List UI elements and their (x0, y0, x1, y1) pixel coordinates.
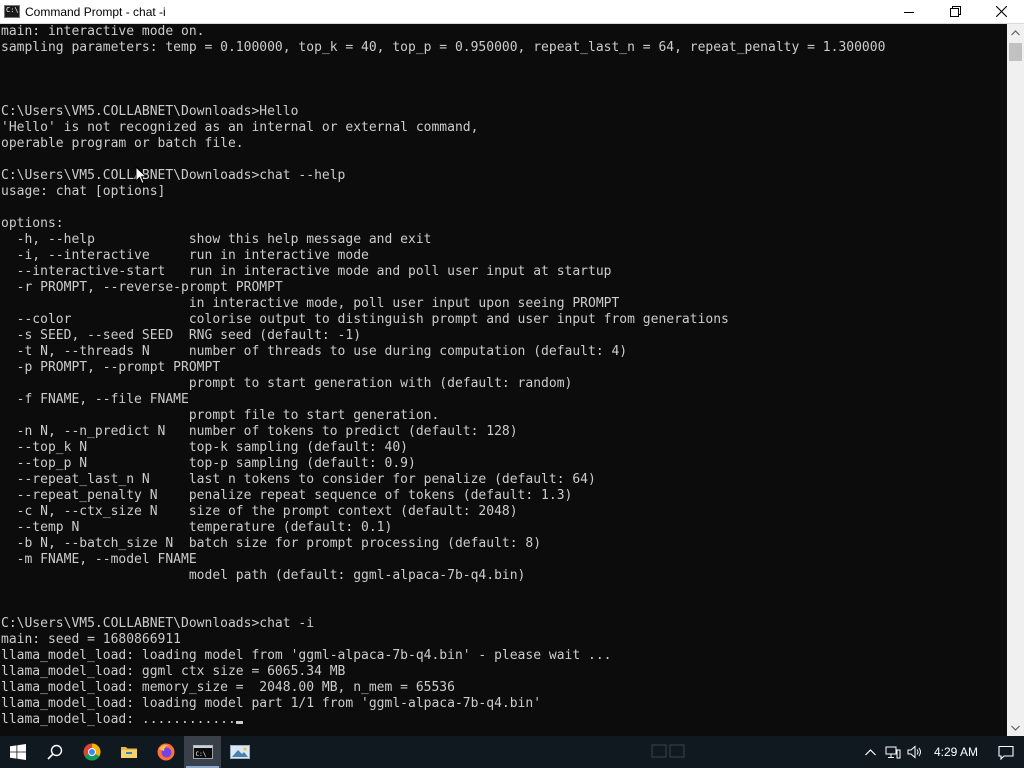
console-line: 'Hello' is not recognized as an internal… (1, 120, 479, 135)
restore-icon (949, 6, 961, 17)
console-line: C:\Users\VM5.COLLABNET\Downloads>chat -i (1, 616, 315, 631)
firefox-icon (157, 743, 174, 761)
cmd-icon: C:\ (192, 745, 213, 759)
close-icon (995, 6, 1007, 17)
chrome-icon (83, 743, 101, 761)
network-button[interactable] (882, 736, 904, 768)
folder-icon (120, 747, 137, 758)
title-bar[interactable]: C:\ Command Prompt - chat -i (0, 0, 1024, 24)
close-button[interactable] (978, 0, 1024, 23)
console-line: llama_model_load: loading model from 'gg… (1, 648, 612, 663)
scroll-down-arrow[interactable] (1007, 719, 1024, 736)
minimize-button[interactable] (886, 0, 932, 23)
console-line: prompt to start generation with (default… (1, 376, 573, 391)
svg-text:C:\: C:\ (195, 751, 206, 758)
console-line: prompt file to start generation. (1, 408, 440, 423)
system-tray: 4:29 AM (860, 736, 1024, 768)
photos-taskbar-button[interactable] (221, 736, 258, 768)
chrome-taskbar-button[interactable] (73, 736, 110, 768)
vertical-scrollbar[interactable] (1007, 24, 1024, 736)
action-center-button[interactable] (988, 736, 1024, 768)
console-line: -t N, --threads N number of threads to u… (1, 344, 628, 359)
windows-logo-icon (10, 744, 26, 760)
console-line: C:\Users\VM5.COLLABNET\Downloads>chat --… (1, 168, 346, 183)
console-line: llama_model_load: ggml ctx size = 6065.3… (1, 664, 346, 679)
notification-icon (998, 745, 1014, 760)
network-icon (885, 746, 901, 759)
restore-button[interactable] (932, 0, 978, 23)
console-output[interactable]: main: interactive mode on. sampling param… (0, 24, 1007, 736)
console-line: usage: chat [options] (1, 184, 166, 199)
console-line: --top_k N top-k sampling (default: 40) (1, 440, 408, 455)
console-line: in interactive mode, poll user input upo… (1, 296, 620, 311)
console-line: -f FNAME, --file FNAME (1, 392, 189, 407)
scrollbar-thumb[interactable] (1009, 43, 1022, 61)
text-cursor (235, 721, 243, 724)
console-line: -i, --interactive run in interactive mod… (1, 248, 369, 263)
show-hidden-icons-button[interactable] (860, 736, 882, 768)
console-line: --repeat_penalty N penalize repeat seque… (1, 488, 573, 503)
minimize-icon (904, 11, 914, 13)
console-line: --temp N temperature (default: 0.1) (1, 520, 393, 535)
console-line: model path (default: ggml-alpaca-7b-q4.b… (1, 568, 526, 583)
console-line: --interactive-start run in interactive m… (1, 264, 612, 279)
console-line: -r PROMPT, --reverse-prompt PROMPT (1, 280, 283, 295)
speaker-icon (907, 745, 921, 759)
console-line: -m FNAME, --model FNAME (1, 552, 197, 567)
window-title: Command Prompt - chat -i (25, 4, 166, 19)
console-line: C:\Users\VM5.COLLABNET\Downloads>Hello (1, 104, 299, 119)
command-prompt-icon: C:\ (4, 5, 20, 18)
console-line: -n N, --n_predict N number of tokens to … (1, 424, 518, 439)
start-button[interactable] (0, 736, 36, 768)
console-line: --color colorise output to distinguish p… (1, 312, 729, 327)
scroll-up-arrow[interactable] (1007, 24, 1024, 41)
console-line: -c N, --ctx_size N size of the prompt co… (1, 504, 518, 519)
console-line: -b N, --batch_size N batch size for prom… (1, 536, 542, 551)
console-line: llama_model_load: memory_size = 2048.00 … (1, 680, 455, 695)
console-line: options: (1, 216, 64, 231)
command-prompt-taskbar-button[interactable]: C:\ (184, 736, 221, 768)
taskbar-clock[interactable]: 4:29 AM (926, 745, 988, 759)
chevron-down-icon (1011, 725, 1020, 731)
console-line: sampling parameters: temp = 0.100000, to… (1, 40, 886, 55)
taskbar: C:\ 4:29 AM (0, 736, 1024, 768)
search-button[interactable] (36, 736, 73, 768)
console-line: --repeat_last_n N last n tokens to consi… (1, 472, 596, 487)
console-line: -h, --help show this help message and ex… (1, 232, 432, 247)
chevron-up-icon (865, 748, 877, 755)
taskbar-ghost-icons (650, 744, 686, 758)
console-line: -s SEED, --seed SEED RNG seed (default: … (1, 328, 362, 343)
console-line: --top_p N top-p sampling (default: 0.9) (1, 456, 416, 471)
console-line: operable program or batch file. (1, 136, 244, 151)
console-line: main: seed = 1680866911 (1, 632, 182, 647)
volume-button[interactable] (904, 736, 926, 768)
console-line: -p PROMPT, --prompt PROMPT (1, 360, 221, 375)
console-line: llama_model_load: loading model part 1/1… (1, 696, 542, 711)
firefox-taskbar-button[interactable] (147, 736, 184, 768)
mouse-pointer-icon (135, 166, 147, 185)
console-line: llama_model_load: ............ (1, 712, 1007, 728)
image-viewer-icon (229, 745, 250, 759)
taskbar-ghost-icon (651, 744, 685, 758)
chevron-up-icon (1011, 29, 1020, 35)
file-explorer-taskbar-button[interactable] (110, 736, 147, 768)
search-icon (46, 744, 62, 760)
console-line: main: interactive mode on. (1, 24, 205, 39)
